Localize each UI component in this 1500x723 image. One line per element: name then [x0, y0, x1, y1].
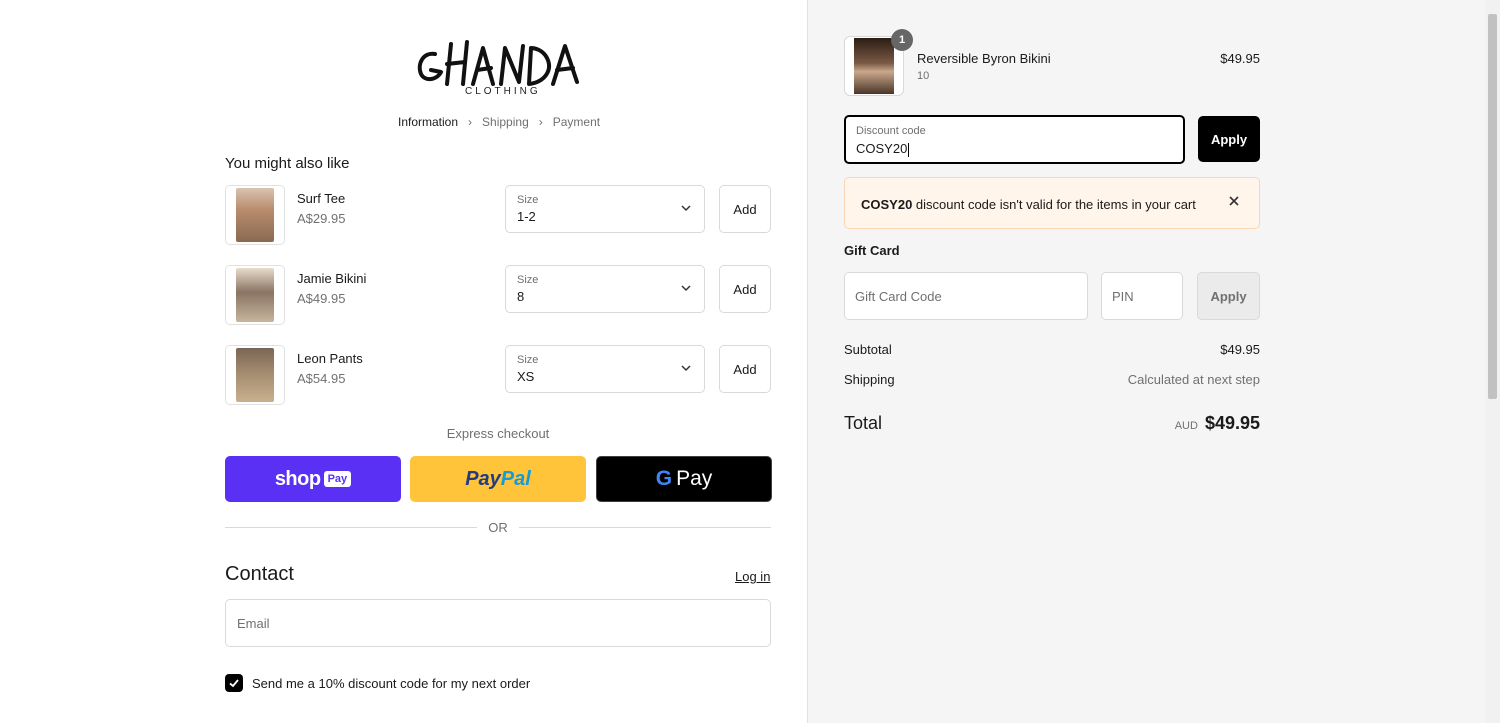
size-value: XS [517, 369, 535, 384]
upsell-item-jamie-bikini: Jamie Bikini A$49.95 Size 8 Add [225, 265, 771, 325]
subtotal-value: $49.95 [1220, 342, 1260, 357]
cart-item-thumbnail: 1 [844, 29, 913, 96]
google-pay-wordmark: Pay [676, 467, 713, 490]
size-select[interactable]: Size XS [505, 345, 705, 393]
discount-error-message: COSY20 discount code isn't valid for the… [861, 197, 1196, 212]
product-image [236, 268, 274, 322]
gift-card-title: Gift Card [844, 243, 900, 258]
upsell-item-surf-tee: Surf Tee A$29.95 Size 1-2 Add [225, 185, 771, 245]
product-name: Surf Tee [297, 191, 346, 206]
size-select[interactable]: Size 1-2 [505, 185, 705, 233]
breadcrumb-shipping: Shipping [482, 115, 529, 129]
checkout-main-panel: CLOTHING Information › Shipping › Paymen… [0, 0, 807, 723]
page-scrollbar[interactable] [1485, 0, 1500, 723]
google-g-icon: G [655, 467, 673, 490]
chevron-down-icon [681, 365, 691, 372]
paypal-button[interactable]: Pay Pal [410, 456, 586, 502]
product-name: Jamie Bikini [297, 271, 367, 286]
product-image [854, 38, 894, 94]
newsletter-checkbox[interactable] [225, 674, 243, 692]
cart-item-variant: 10 [917, 70, 930, 82]
discount-code-value: COSY20 [856, 141, 910, 157]
product-image [236, 348, 274, 402]
discount-code-label: Discount code [856, 125, 926, 137]
order-summary-panel: 1 Reversible Byron Bikini 10 $49.95 Disc… [807, 0, 1485, 723]
divider-right [519, 527, 771, 528]
paypal-wordmark-part1: Pay [465, 467, 501, 490]
add-button[interactable]: Add [719, 185, 771, 233]
cart-item-price: $49.95 [1220, 51, 1260, 66]
upsell-title: You might also like [225, 155, 350, 172]
contact-title: Contact [225, 563, 294, 585]
shipping-label: Shipping [844, 372, 895, 387]
shop-pay-badge: Pay [323, 471, 352, 487]
size-label: Size [517, 194, 539, 206]
total-label: Total [844, 413, 883, 433]
apply-gift-card-button[interactable]: Apply [1197, 272, 1260, 320]
total-amount: $49.95 [1204, 413, 1260, 433]
size-value: 8 [517, 289, 525, 304]
subtotal-label: Subtotal [844, 342, 892, 357]
email-field[interactable] [225, 599, 771, 647]
text-caret [908, 142, 910, 157]
shop-pay-button[interactable]: shop Pay [225, 456, 401, 502]
express-checkout-label: Express checkout [446, 426, 550, 441]
product-price: A$49.95 [297, 291, 346, 306]
apply-discount-button[interactable]: Apply [1198, 116, 1260, 162]
size-label: Size [517, 274, 539, 286]
shop-pay-wordmark: shop [274, 467, 321, 490]
login-link[interactable]: Log in [735, 569, 770, 584]
quantity-badge: 1 [891, 29, 913, 51]
chevron-right-icon: › [538, 115, 543, 129]
size-label: Size [517, 354, 539, 366]
upsell-item-leon-pants: Leon Pants A$54.95 Size XS Add [225, 345, 771, 405]
chevron-right-icon: › [468, 115, 473, 129]
discount-code-field[interactable]: Discount code COSY20 [844, 115, 1185, 164]
currency-code: AUD [1174, 420, 1198, 432]
google-pay-button[interactable]: G Pay [596, 456, 772, 502]
gift-card-pin-field[interactable]: PIN [1101, 272, 1183, 320]
discount-error-banner: COSY20 discount code isn't valid for the… [844, 177, 1260, 229]
product-thumbnail [225, 345, 285, 405]
size-value: 1-2 [517, 209, 536, 224]
breadcrumb-payment: Payment [552, 115, 601, 129]
or-divider-label: OR [488, 520, 508, 535]
add-button[interactable]: Add [719, 345, 771, 393]
product-thumbnail [225, 185, 285, 245]
close-icon[interactable] [1227, 194, 1241, 208]
checkmark-icon [229, 679, 239, 688]
scrollbar-thumb[interactable] [1488, 14, 1497, 399]
shipping-row: Shipping Calculated at next step [844, 372, 1260, 387]
product-image [236, 188, 274, 242]
total-value: AUD $49.95 [1175, 413, 1260, 434]
product-thumbnail [225, 265, 285, 325]
logo-subtext: CLOTHING [465, 86, 541, 97]
divider-left [225, 527, 477, 528]
shipping-value: Calculated at next step [1127, 372, 1260, 387]
subtotal-row: Subtotal $49.95 [844, 342, 1260, 357]
chevron-down-icon [681, 285, 691, 292]
product-price: A$54.95 [297, 371, 346, 386]
product-price: A$29.95 [297, 211, 346, 226]
add-button[interactable]: Add [719, 265, 771, 313]
newsletter-label[interactable]: Send me a 10% discount code for my next … [252, 676, 530, 691]
gift-card-code-field[interactable]: Gift Card Code [844, 272, 1088, 320]
product-name: Leon Pants [297, 351, 363, 366]
breadcrumb-information: Information [398, 115, 459, 129]
size-select[interactable]: Size 8 [505, 265, 705, 313]
breadcrumb: Information › Shipping › Payment [398, 115, 600, 129]
paypal-wordmark-part2: Pal [500, 467, 531, 490]
cart-item-name: Reversible Byron Bikini [917, 51, 1051, 66]
chevron-down-icon [681, 205, 691, 212]
